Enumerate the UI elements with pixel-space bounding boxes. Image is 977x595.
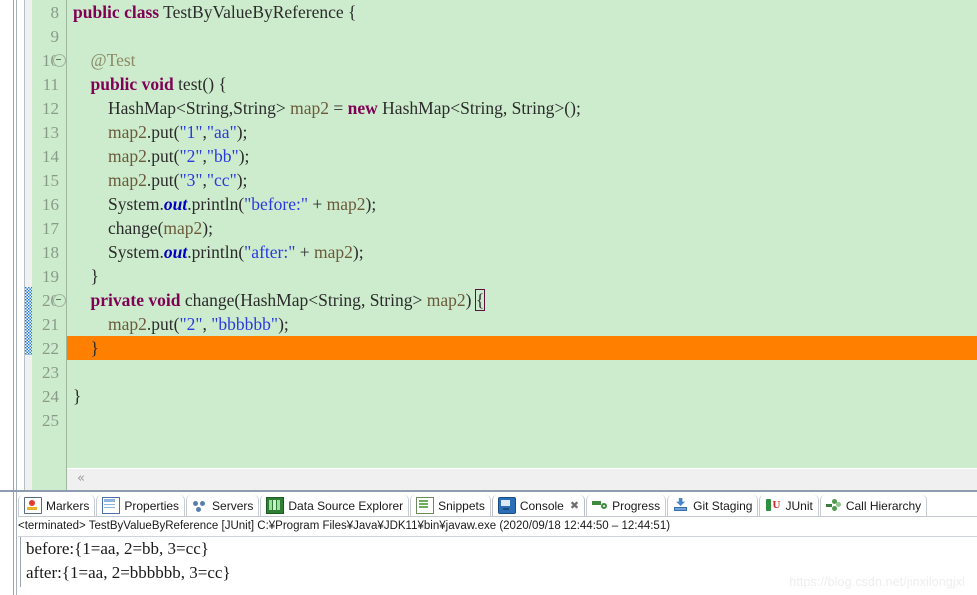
vertical-scrollbar-track[interactable] xyxy=(17,0,41,492)
tab-label: Snippets xyxy=(438,498,485,513)
panel-left-margin xyxy=(0,492,13,595)
code-line[interactable]: System.out.println("after:" + map2); xyxy=(67,240,977,264)
code-line[interactable]: change(map2); xyxy=(67,216,977,240)
line-number: 11 xyxy=(42,75,59,94)
tab-properties[interactable]: Properties xyxy=(96,495,186,516)
line-number: 8 xyxy=(50,3,60,22)
code-line[interactable]: } xyxy=(67,264,977,288)
code-line[interactable]: map2.put("3","cc"); xyxy=(67,168,977,192)
tab-label: Data Source Explorer xyxy=(288,498,404,513)
tab-close-icon[interactable]: ✖ xyxy=(570,499,579,512)
line-number: 24 xyxy=(42,387,59,406)
code-line[interactable]: HashMap<String,String> map2 = new HashMa… xyxy=(67,96,977,120)
fold-collapse-icon[interactable] xyxy=(53,294,66,307)
tab-label: Markers xyxy=(46,498,90,513)
code-line[interactable] xyxy=(67,24,977,48)
eclipse-ide-window: 8 9 10 11 12 13 14 15 16 17 18 19 20 21 22 23 24 25 publi… xyxy=(0,0,977,595)
code-line[interactable] xyxy=(67,408,977,432)
tab-git-staging[interactable]: Git Staging xyxy=(667,495,759,516)
line-number: 13 xyxy=(42,123,59,142)
line-number: 18 xyxy=(42,243,59,262)
call-hierarchy-icon xyxy=(825,498,842,513)
servers-icon xyxy=(192,498,208,513)
tab-data-source-explorer[interactable]: Data Source Explorer xyxy=(260,495,410,516)
bottom-panel: Markers Properties Servers Data Source Expl… xyxy=(0,492,977,595)
tab-label: JUnit xyxy=(785,498,813,513)
console-status-line: <terminated> TestByValueByReference [JUn… xyxy=(18,518,977,535)
code-line[interactable]: public class TestByValueByReference { xyxy=(67,0,977,24)
view-tab-bar[interactable]: Markers Properties Servers Data Source Expl… xyxy=(18,495,977,516)
line-number: 19 xyxy=(42,267,59,286)
tab-markers[interactable]: Markers xyxy=(18,495,96,516)
line-number-gutter: 8 9 10 11 12 13 14 15 16 17 18 19 20 21 22 23 24 25 xyxy=(32,0,66,492)
tab-label: Git Staging xyxy=(693,498,753,513)
horizontal-scrollbar[interactable]: « xyxy=(67,469,977,490)
panel-frame-line xyxy=(13,492,14,595)
tab-snippets[interactable]: Snippets xyxy=(410,495,491,516)
editor-left-margin xyxy=(0,0,13,492)
progress-icon xyxy=(592,498,608,513)
panel-frame-line-inner xyxy=(16,492,17,595)
tab-servers[interactable]: Servers xyxy=(186,495,260,516)
code-line[interactable]: @Test xyxy=(67,48,977,72)
java-editor[interactable]: 8 9 10 11 12 13 14 15 16 17 18 19 20 21 22 23 24 25 publi… xyxy=(0,0,977,492)
tab-bar-underline xyxy=(18,516,977,517)
watermark-text: https://blog.csdn.net/jinxilongjxl xyxy=(789,575,965,589)
change-ruler[interactable] xyxy=(25,0,32,492)
line-number: 21 xyxy=(42,315,59,334)
line-number: 23 xyxy=(42,363,59,382)
tab-label: Properties xyxy=(124,498,180,513)
code-line[interactable]: map2.put("2", "bbbbbb"); xyxy=(67,312,977,336)
changed-lines-marker xyxy=(25,287,32,355)
console-frame-line xyxy=(20,537,21,587)
tab-progress[interactable]: Progress xyxy=(586,495,667,516)
code-line[interactable]: } xyxy=(67,336,977,360)
code-line[interactable]: } xyxy=(67,384,977,408)
fold-collapse-icon[interactable] xyxy=(53,54,66,67)
tab-console[interactable]: Console ✖ xyxy=(491,495,586,516)
line-number: 9 xyxy=(50,27,60,46)
code-line[interactable]: map2.put("2","bb"); xyxy=(67,144,977,168)
snippets-icon xyxy=(416,497,435,514)
tab-label: Progress xyxy=(612,498,661,513)
tab-label: Console xyxy=(519,498,564,513)
properties-icon xyxy=(102,497,121,514)
code-line[interactable]: System.out.println("before:" + map2); xyxy=(67,192,977,216)
line-number: 14 xyxy=(42,147,59,166)
line-number: 17 xyxy=(42,219,59,238)
line-number: 16 xyxy=(42,195,59,214)
junit-icon xyxy=(765,498,781,513)
code-line[interactable]: private void change(HashMap<String, Stri… xyxy=(67,288,977,312)
console-icon xyxy=(497,497,516,514)
line-number: 15 xyxy=(42,171,59,190)
scroll-left-chevron-icon[interactable]: « xyxy=(77,472,85,486)
git-icon xyxy=(673,498,689,513)
tab-label: Call Hierarchy xyxy=(845,498,922,513)
line-number: 12 xyxy=(42,99,59,118)
code-line[interactable]: map2.put("1","aa"); xyxy=(67,120,977,144)
tab-label: Servers xyxy=(212,498,254,513)
line-number: 22 xyxy=(42,339,59,358)
markers-icon xyxy=(24,497,42,514)
tab-junit[interactable]: JUnit xyxy=(759,495,819,516)
code-area[interactable]: public class TestByValueByReference { @T… xyxy=(67,0,977,469)
code-line[interactable]: public void test() { xyxy=(67,72,977,96)
database-icon xyxy=(266,497,285,514)
code-line[interactable] xyxy=(67,360,977,384)
tab-call-hierarchy[interactable]: Call Hierarchy xyxy=(819,495,928,516)
line-number: 25 xyxy=(42,411,59,430)
